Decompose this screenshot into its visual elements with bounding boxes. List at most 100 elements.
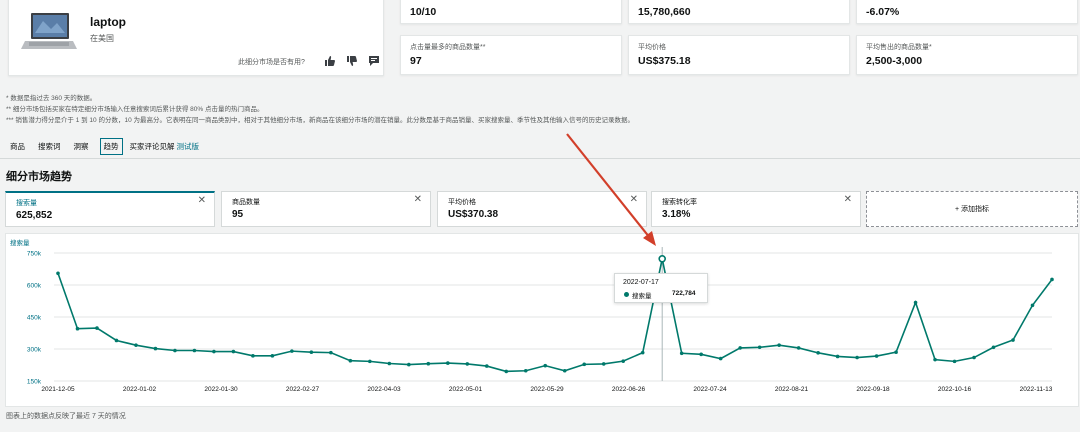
- x-tick-label: 2022-11-13: [1020, 386, 1053, 393]
- chart-footnote: 图表上的数据点反映了最近 7 天的情况: [6, 413, 126, 420]
- data-point: [1030, 303, 1035, 308]
- x-tick-label: 2022-07-24: [693, 386, 727, 393]
- x-tick-label: 2021-12-05: [41, 386, 75, 393]
- metric-value: 15,780,660: [638, 6, 691, 18]
- x-tick-label: 2022-05-01: [449, 386, 483, 393]
- data-point: [874, 354, 879, 358]
- metric-card-potential: 10/10: [400, 0, 622, 24]
- data-point: [114, 338, 119, 343]
- data-point: [446, 361, 450, 365]
- tab-bar: 商品 搜索词 洞察 趋势 买家评论见解 测试版: [8, 136, 210, 156]
- data-point: [816, 351, 820, 355]
- series-line: [57, 258, 1053, 373]
- beta-badge: 测试版: [176, 141, 200, 151]
- comment-icon[interactable]: [368, 55, 380, 67]
- data-point: [426, 361, 431, 366]
- tooltip-date: 2022-07-17: [623, 279, 659, 286]
- metric-label: 平均售出的商品数量*: [866, 44, 932, 51]
- data-point: [212, 349, 216, 354]
- close-icon[interactable]: ✕: [630, 194, 638, 205]
- close-icon[interactable]: ✕: [198, 195, 206, 206]
- x-tick-label: 2022-04-03: [367, 386, 401, 393]
- tab-review-insights[interactable]: 买家评论见解 测试版: [128, 138, 202, 155]
- data-point: [329, 350, 333, 355]
- data-point: [796, 346, 801, 350]
- data-point: [933, 357, 937, 362]
- close-icon[interactable]: ✕: [414, 194, 422, 205]
- x-tick-label: 2022-06-26: [612, 386, 646, 393]
- metric-value: 10/10: [410, 6, 437, 18]
- laptop-product-image: [21, 11, 77, 55]
- close-icon[interactable]: ✕: [844, 194, 852, 205]
- tab-review-insights-label: 买家评论见解: [129, 141, 175, 151]
- tab-insights[interactable]: 洞察: [72, 138, 91, 155]
- metric-card-growth: -6.07%: [856, 0, 1078, 24]
- trend-chart-svg: 150k 300k 450k 600k 750k 2021-12-05 2022-01-02…: [27, 247, 1054, 393]
- x-tick-label: 2022-01-02: [123, 386, 157, 393]
- data-point: [1050, 277, 1054, 282]
- usefulness-question: 此细分市场是否有用?: [238, 59, 305, 66]
- data-point: [56, 271, 60, 276]
- metric-label: 平均价格: [638, 44, 666, 51]
- data-point: [894, 350, 898, 354]
- x-tick-label: 2022-05-29: [530, 386, 564, 393]
- data-point: [465, 362, 470, 366]
- data-point-highlight: [658, 255, 666, 263]
- data-point: [270, 354, 275, 358]
- data-point: [679, 351, 684, 356]
- data-point: [407, 362, 411, 367]
- metric-value: -6.07%: [866, 6, 900, 18]
- selector-card-conversion-rate[interactable]: 搜索转化率 3.18% ✕: [651, 191, 861, 227]
- thumbs-down-icon[interactable]: [346, 55, 358, 67]
- tab-products[interactable]: 商品: [8, 138, 27, 155]
- potential-note: *** 销售潜力得分是介于 1 到 10 的分数，10 为最高分。它表明在同一商…: [6, 117, 634, 124]
- data-note: * 数据是指过去 360 天的数据。: [6, 95, 97, 102]
- data-point: [952, 359, 957, 364]
- data-point: [757, 345, 762, 350]
- selector-card-product-count[interactable]: 商品数量 95 ✕: [221, 191, 431, 227]
- tooltip-series-dot: [624, 292, 629, 297]
- y-tick-label: 600k: [27, 283, 42, 290]
- selector-label: 商品数量: [232, 199, 260, 206]
- y-tick-label: 450k: [27, 315, 42, 322]
- tooltip-value: 722,784: [672, 290, 696, 297]
- tabs-divider: [0, 158, 1080, 159]
- data-point: [972, 355, 976, 360]
- selector-value: 625,852: [16, 210, 53, 221]
- y-tick-label: 150k: [27, 379, 42, 386]
- selector-card-search-volume[interactable]: 搜索量 625,852 ✕: [5, 191, 215, 227]
- thumbs-up-icon[interactable]: [324, 55, 336, 67]
- selector-label: 搜索转化率: [662, 199, 697, 206]
- y-tick-label: 300k: [27, 347, 42, 354]
- data-point: [601, 362, 606, 366]
- metric-value: 2,500-3,000: [866, 55, 923, 67]
- section-title: 细分市场趋势: [6, 171, 72, 183]
- selector-value: 3.18%: [662, 209, 691, 220]
- data-point: [640, 350, 645, 355]
- data-point: [1011, 338, 1015, 342]
- selector-value: US$370.38: [448, 209, 499, 220]
- data-point: [621, 359, 626, 363]
- tab-trends[interactable]: 趋势: [99, 137, 123, 155]
- tab-search-terms[interactable]: 搜索词: [36, 138, 63, 155]
- data-point: [913, 300, 918, 305]
- data-point: [991, 345, 996, 350]
- data-point: [835, 354, 840, 359]
- product-name: laptop: [90, 15, 126, 29]
- selector-card-avg-price[interactable]: 平均价格 US$370.38 ✕: [437, 191, 647, 227]
- data-point: [543, 363, 548, 368]
- chart-tooltip: 2022-07-17 搜索量 722,784: [614, 273, 708, 303]
- data-point: [75, 326, 80, 331]
- data-point: [231, 349, 236, 354]
- metric-label: 点击量最多的商品数量**: [410, 44, 486, 51]
- product-region: 在美国: [90, 34, 114, 43]
- data-point: [95, 326, 99, 330]
- metric-value: 97: [410, 55, 422, 67]
- data-point: [134, 343, 138, 347]
- niche-note: ** 细分市场包括买家在特定细分市场输入任意搜索词后累计获得 80% 点击量的热…: [6, 106, 264, 113]
- add-metric-button[interactable]: + 添加指标: [866, 191, 1078, 227]
- metric-card-top-clicked: 点击量最多的商品数量** 97: [400, 35, 622, 75]
- x-tick-label: 2022-02-27: [286, 386, 320, 393]
- data-point: [309, 350, 314, 354]
- data-point: [192, 348, 197, 353]
